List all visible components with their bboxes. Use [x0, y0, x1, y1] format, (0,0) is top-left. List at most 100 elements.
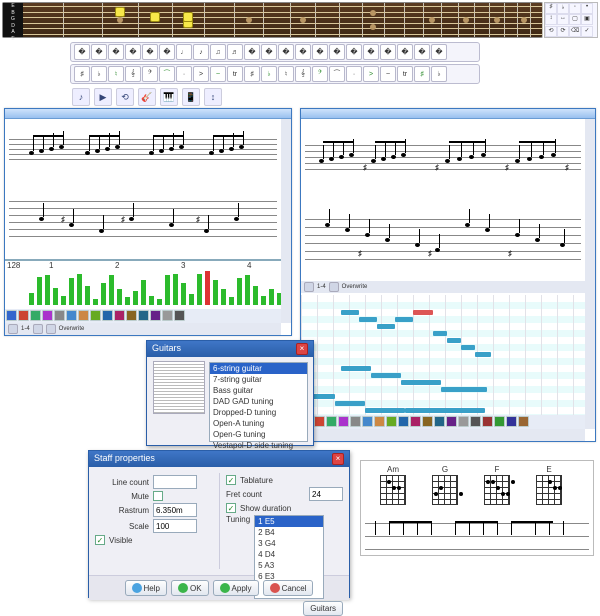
palette-duration-button[interactable]: � — [159, 44, 175, 60]
tuning-list-item[interactable]: 1 E5 — [255, 516, 323, 527]
visible-checkbox[interactable]: ✓ — [95, 535, 105, 545]
velocity-tool-button[interactable] — [78, 310, 89, 321]
palette-symbol-button[interactable]: tr — [397, 66, 413, 82]
transport-button[interactable]: ♪ — [72, 88, 90, 106]
palette-symbol-button[interactable]: ⁀ — [159, 66, 175, 82]
scroll-right-button[interactable] — [329, 282, 339, 292]
guitars-list[interactable]: 6-string guitar7-string guitarBass guita… — [209, 362, 308, 442]
pianoroll-tool-button[interactable] — [362, 416, 373, 427]
velocity-tool-button[interactable] — [138, 310, 149, 321]
staff-treble[interactable]: ♯♯♯♯ — [305, 137, 585, 185]
velocity-tool-button[interactable] — [162, 310, 173, 321]
line-count-input[interactable] — [153, 475, 197, 489]
scrollbar-vertical[interactable] — [585, 119, 595, 429]
palette-duration-button[interactable]: � — [91, 44, 107, 60]
tuning-list-item[interactable]: 5 A3 — [255, 560, 323, 571]
palette-symbol-button[interactable]: ⁀ — [329, 66, 345, 82]
palette-duration-button[interactable]: ♪ — [193, 44, 209, 60]
palette-duration-button[interactable]: ♬ — [227, 44, 243, 60]
guitars-button[interactable]: Guitars — [303, 601, 343, 616]
velocity-tool-button[interactable] — [150, 310, 161, 321]
staff-tab[interactable]: ♯♯♯ — [9, 197, 281, 241]
chord-tab-staff[interactable] — [365, 521, 589, 551]
palette-duration-button[interactable]: � — [74, 44, 90, 60]
palette-symbol-button[interactable]: ♭ — [431, 66, 447, 82]
pianoroll-tool-button[interactable] — [314, 416, 325, 427]
mode-button[interactable] — [46, 324, 56, 334]
guitars-list-item[interactable]: DAD GAD tuning — [210, 396, 307, 407]
palette-symbol-button[interactable]: ~ — [380, 66, 396, 82]
scroll-left-button[interactable] — [8, 324, 18, 334]
transport-button[interactable]: ↕ — [204, 88, 222, 106]
palette-symbol-button[interactable]: · — [346, 66, 362, 82]
pianoroll-tool-button[interactable] — [422, 416, 433, 427]
staff-tab[interactable]: ♯♯♯ — [305, 215, 585, 265]
dialog-titlebar[interactable]: Guitars × — [147, 341, 313, 357]
rastrum-input[interactable] — [153, 503, 197, 517]
transport-button[interactable]: 🎸 — [138, 88, 156, 106]
help-button[interactable]: Help — [125, 580, 167, 596]
palette-duration-button[interactable]: � — [431, 44, 447, 60]
velocity-bar-panel[interactable]: 128 1 2 3 4 — [5, 259, 281, 323]
ok-button[interactable]: OK — [171, 580, 209, 596]
velocity-tool-button[interactable] — [18, 310, 29, 321]
guitars-list-item[interactable]: Dropped-D tuning — [210, 407, 307, 418]
palette-symbol-button[interactable]: ~ — [210, 66, 226, 82]
velocity-tool-button[interactable] — [174, 310, 185, 321]
velocity-tool-button[interactable] — [90, 310, 101, 321]
mute-checkbox[interactable] — [153, 491, 163, 501]
transport-button[interactable]: ▶ — [94, 88, 112, 106]
guitars-list-item[interactable]: 7-string guitar — [210, 374, 307, 385]
tuning-list-item[interactable]: 3 G4 — [255, 538, 323, 549]
tuning-list-item[interactable]: 2 B4 — [255, 527, 323, 538]
palette-duration-button[interactable]: � — [278, 44, 294, 60]
scroll-left-button[interactable] — [304, 282, 314, 292]
palette-duration-button[interactable]: � — [312, 44, 328, 60]
pianoroll-tool-button[interactable] — [458, 416, 469, 427]
transport-button[interactable]: 📱 — [182, 88, 200, 106]
velocity-tool-button[interactable] — [114, 310, 125, 321]
pianoroll-tool-button[interactable] — [494, 416, 505, 427]
fretboard-side-palette[interactable]: ♯♭◦• ↕↔▢▣ ⟲⟳⌫✓ — [544, 2, 598, 38]
palette-symbol-button[interactable]: 𝄞 — [295, 66, 311, 82]
apply-button[interactable]: Apply — [213, 580, 259, 596]
pianoroll-tool-button[interactable] — [326, 416, 337, 427]
pianoroll-tool-button[interactable] — [374, 416, 385, 427]
window-titlebar[interactable] — [301, 109, 595, 119]
guitars-list-item[interactable]: 6-string guitar — [210, 363, 307, 374]
palette-symbol-button[interactable]: ♯ — [414, 66, 430, 82]
palette-duration-button[interactable]: ♫ — [210, 44, 226, 60]
palette-duration-button[interactable]: � — [295, 44, 311, 60]
pianoroll-tool-button[interactable] — [482, 416, 493, 427]
pianoroll-tool-button[interactable] — [434, 416, 445, 427]
close-icon[interactable]: × — [332, 453, 344, 465]
scroll-right-button[interactable] — [33, 324, 43, 334]
pianoroll-tool-button[interactable] — [518, 416, 529, 427]
transport-button[interactable]: ⟲ — [116, 88, 134, 106]
pianoroll-tool-button[interactable] — [470, 416, 481, 427]
palette-symbol-button[interactable]: ♮ — [108, 66, 124, 82]
palette-symbol-button[interactable]: ♭ — [261, 66, 277, 82]
palette-symbol-button[interactable]: > — [193, 66, 209, 82]
velocity-tool-button[interactable] — [126, 310, 137, 321]
pianoroll-tool-button[interactable] — [386, 416, 397, 427]
scale-input[interactable] — [153, 519, 197, 533]
palette-symbol-button[interactable]: ♯ — [74, 66, 90, 82]
velocity-tool-button[interactable] — [66, 310, 77, 321]
palette-duration-button[interactable]: � — [346, 44, 362, 60]
tablature-checkbox[interactable]: ✓ — [226, 475, 236, 485]
palette-duration-button[interactable]: � — [363, 44, 379, 60]
velocity-tool-button[interactable] — [54, 310, 65, 321]
pianoroll-tool-button[interactable] — [398, 416, 409, 427]
velocity-tool-button[interactable] — [30, 310, 41, 321]
palette-symbol-button[interactable]: · — [176, 66, 192, 82]
guitars-list-item[interactable]: Open-A tuning — [210, 418, 307, 429]
palette-duration-button[interactable]: � — [329, 44, 345, 60]
palette-symbol-button[interactable]: 𝄢 — [142, 66, 158, 82]
pianoroll-tool-button[interactable] — [350, 416, 361, 427]
pianoroll-tool-button[interactable] — [338, 416, 349, 427]
velocity-tool-button[interactable] — [102, 310, 113, 321]
palette-symbol-button[interactable]: 𝄢 — [312, 66, 328, 82]
palette-duration-button[interactable]: � — [397, 44, 413, 60]
palette-symbol-button[interactable]: tr — [227, 66, 243, 82]
